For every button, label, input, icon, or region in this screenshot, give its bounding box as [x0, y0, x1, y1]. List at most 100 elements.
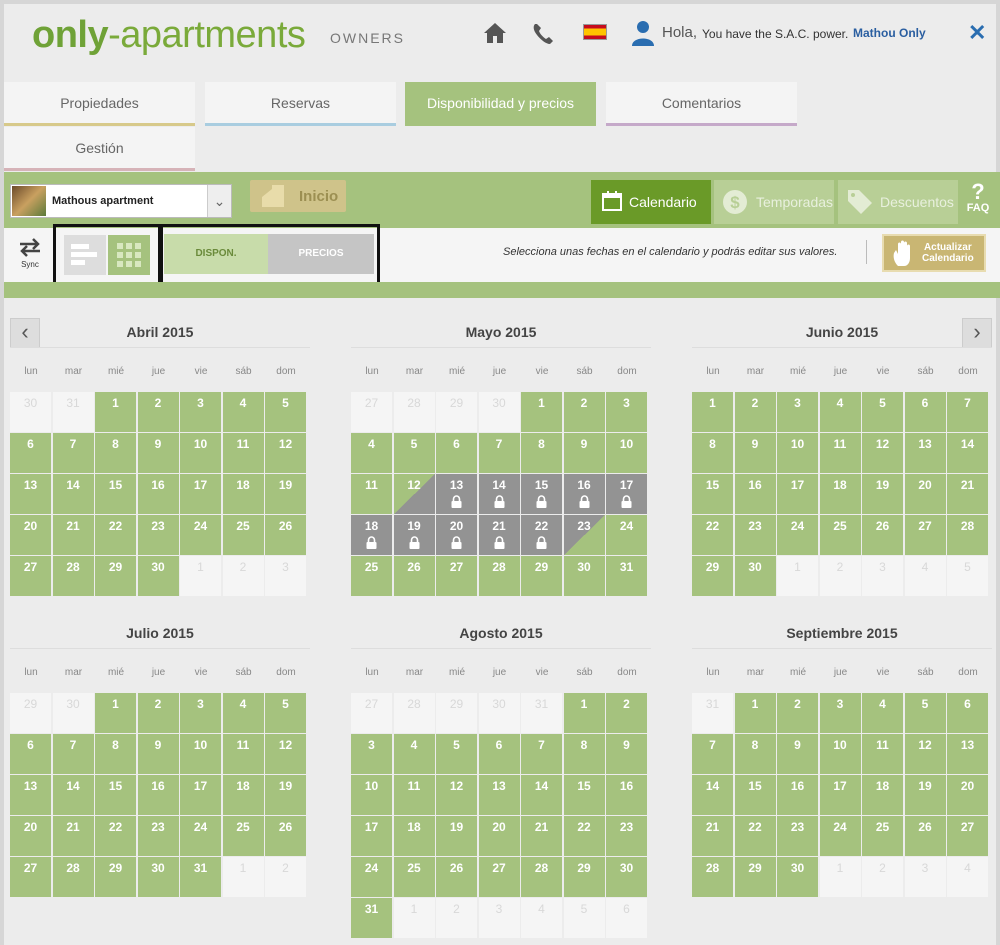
- dispon-toggle[interactable]: DISPON.: [164, 234, 268, 274]
- calendar-day[interactable]: 21: [521, 816, 562, 856]
- tab-reservas[interactable]: Reservas: [205, 82, 396, 126]
- calendar-day[interactable]: 18: [819, 474, 861, 514]
- calendar-day[interactable]: 7: [521, 734, 562, 774]
- calendar-day[interactable]: 4: [222, 392, 264, 432]
- calendar-day[interactable]: 4: [351, 433, 392, 473]
- calendar-day[interactable]: 15: [563, 775, 605, 815]
- calendar-day[interactable]: 24: [606, 515, 647, 555]
- calendar-day[interactable]: 30: [137, 857, 179, 897]
- property-select[interactable]: Mathous apartment ⌄: [10, 184, 232, 218]
- calendar-day[interactable]: 18: [222, 474, 264, 514]
- calendar-day[interactable]: 19: [393, 515, 435, 555]
- calendar-day[interactable]: 2: [777, 693, 818, 733]
- calendar-day[interactable]: 19: [862, 474, 903, 514]
- calendar-day[interactable]: 17: [180, 474, 221, 514]
- calendar-day[interactable]: 30: [606, 857, 647, 897]
- user-name-link[interactable]: Mathou Only: [853, 26, 926, 40]
- faq-button[interactable]: ? FAQ: [963, 181, 993, 215]
- calendar-day[interactable]: 16: [137, 474, 179, 514]
- calendar-day[interactable]: 2: [734, 392, 776, 432]
- calendar-day[interactable]: 22: [563, 816, 605, 856]
- spain-flag-icon[interactable]: [583, 24, 607, 40]
- calendar-day[interactable]: 6: [947, 693, 988, 733]
- calendar-day[interactable]: 28: [478, 556, 520, 596]
- calendar-day[interactable]: 5: [862, 392, 903, 432]
- calendar-day[interactable]: 26: [265, 515, 306, 555]
- calendar-day[interactable]: 24: [180, 515, 221, 555]
- calendar-day[interactable]: 29: [521, 556, 562, 596]
- calendar-day[interactable]: 20: [10, 515, 51, 555]
- calendar-day[interactable]: 30: [137, 556, 179, 596]
- calendar-day[interactable]: 18: [351, 515, 392, 555]
- calendar-day[interactable]: 29: [692, 556, 733, 596]
- calendar-day[interactable]: 28: [52, 556, 94, 596]
- calendar-day[interactable]: 14: [52, 474, 94, 514]
- calendar-day[interactable]: 8: [734, 734, 776, 774]
- calendar-day[interactable]: 22: [734, 816, 776, 856]
- calendar-day[interactable]: 30: [563, 556, 605, 596]
- calendar-day[interactable]: 2: [137, 693, 179, 733]
- calendar-day[interactable]: 19: [265, 474, 306, 514]
- calendar-day[interactable]: 18: [222, 775, 264, 815]
- calendar-day[interactable]: 29: [563, 857, 605, 897]
- calendar-day[interactable]: 5: [393, 433, 435, 473]
- calendar-day[interactable]: 7: [52, 433, 94, 473]
- calendar-day[interactable]: 20: [904, 474, 946, 514]
- calendar-day[interactable]: 11: [351, 474, 392, 514]
- calendar-day[interactable]: 7: [947, 392, 988, 432]
- calendar-day[interactable]: 31: [351, 898, 392, 938]
- calendar-day[interactable]: 29: [95, 556, 136, 596]
- calendar-day[interactable]: 15: [95, 775, 136, 815]
- calendar-day[interactable]: 14: [521, 775, 562, 815]
- calendar-day[interactable]: 24: [180, 816, 221, 856]
- precios-toggle[interactable]: PRECIOS: [268, 234, 374, 274]
- calendar-day[interactable]: 15: [692, 474, 733, 514]
- calendar-day[interactable]: 28: [521, 857, 562, 897]
- inicio-button[interactable]: Inicio: [250, 180, 346, 212]
- calendar-day[interactable]: 7: [52, 734, 94, 774]
- calendar-day[interactable]: 22: [95, 816, 136, 856]
- calendar-day[interactable]: 17: [180, 775, 221, 815]
- calendar-day[interactable]: 14: [52, 775, 94, 815]
- calendar-day[interactable]: 7: [692, 734, 733, 774]
- calendar-day[interactable]: 16: [777, 775, 818, 815]
- calendar-day[interactable]: 25: [222, 515, 264, 555]
- tab-gestion[interactable]: Gestión: [4, 127, 195, 171]
- calendar-day[interactable]: 26: [436, 857, 477, 897]
- close-icon[interactable]: ✕: [968, 20, 986, 46]
- calendar-day[interactable]: 14: [692, 775, 733, 815]
- calendar-day[interactable]: 9: [606, 734, 647, 774]
- calendar-day[interactable]: 13: [478, 775, 520, 815]
- calendar-day[interactable]: 6: [10, 433, 51, 473]
- calendar-day[interactable]: 26: [904, 816, 946, 856]
- calendar-day[interactable]: 15: [521, 474, 562, 514]
- calendar-day[interactable]: 18: [393, 816, 435, 856]
- calendar-day[interactable]: 14: [478, 474, 520, 514]
- calendar-day[interactable]: 3: [180, 693, 221, 733]
- calendar-day[interactable]: 31: [606, 556, 647, 596]
- calendar-day[interactable]: 10: [180, 734, 221, 774]
- calendar-day[interactable]: 3: [606, 392, 647, 432]
- calendar-day[interactable]: 17: [606, 474, 647, 514]
- calendar-day[interactable]: 2: [606, 693, 647, 733]
- calendar-day[interactable]: 19: [436, 816, 477, 856]
- tab-disponibilidad[interactable]: Disponibilidad y precios: [405, 82, 596, 126]
- calendar-day[interactable]: 2: [137, 392, 179, 432]
- grid-view-button[interactable]: [108, 235, 150, 275]
- calendar-day[interactable]: 8: [95, 433, 136, 473]
- calendar-day[interactable]: 27: [10, 857, 51, 897]
- calendar-day[interactable]: 20: [436, 515, 477, 555]
- calendar-day[interactable]: 26: [265, 816, 306, 856]
- calendar-day[interactable]: 10: [606, 433, 647, 473]
- calendar-day[interactable]: 23: [137, 515, 179, 555]
- calendar-day[interactable]: 9: [137, 734, 179, 774]
- calendar-day[interactable]: 31: [180, 857, 221, 897]
- calendar-day[interactable]: 23: [563, 515, 605, 555]
- calendar-day[interactable]: 21: [52, 515, 94, 555]
- calendar-day[interactable]: 24: [351, 857, 392, 897]
- calendar-day[interactable]: 19: [904, 775, 946, 815]
- calendar-day[interactable]: 15: [95, 474, 136, 514]
- calendar-day[interactable]: 1: [521, 392, 562, 432]
- calendar-day[interactable]: 14: [947, 433, 988, 473]
- chevron-down-icon[interactable]: ⌄: [207, 185, 231, 217]
